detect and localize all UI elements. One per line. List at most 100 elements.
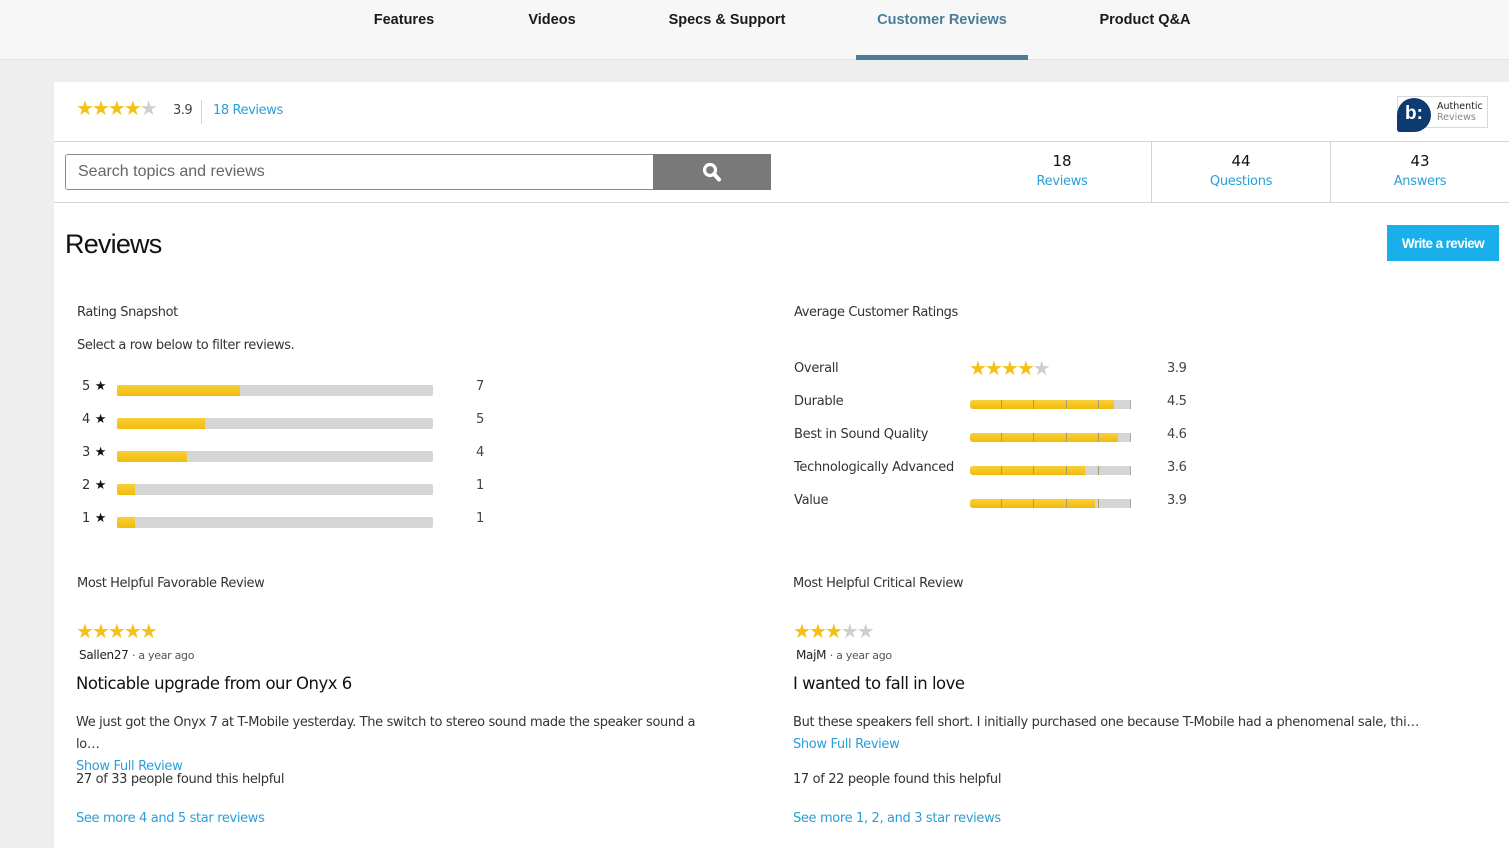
avg-label: Durable [794,394,844,409]
review-age: · a year ago [132,649,195,662]
avg-row-technologically-advanced: Technologically Advanced 3.6 [794,460,1194,482]
rating-segment-fill [1002,466,1034,475]
critical-section-label: Most Helpful Critical Review [793,576,964,591]
stat-number: 18 [1052,152,1072,170]
tab-label: Customer Reviews [877,12,1007,28]
tab-label: Product Q&A [1099,12,1191,28]
tab-customer-reviews[interactable]: Customer Reviews [856,0,1028,60]
snapshot-row-5-star[interactable]: 5 ★ 7 [76,379,496,401]
snapshot-bar-track [117,451,433,462]
avg-label: Overall [794,361,839,376]
bazaarvoice-logo-icon: b: [1397,98,1431,132]
top-nav: Features Videos Specs & Support Customer… [0,0,1509,60]
rating-segment [1002,499,1035,508]
rating-segment-fill [970,433,1002,442]
search-button[interactable] [653,154,771,190]
rating-segment [970,466,1003,475]
star-filled-icon: ★ [76,619,94,643]
snapshot-bar-fill [117,385,240,396]
star-empty-icon: ★ [856,619,875,643]
critical-helpful-count: 17 of 22 people found this helpful [793,772,1002,787]
reviews-count-link[interactable]: 18 Reviews [213,103,283,118]
rating-segment-fill [970,499,1002,508]
critical-review-author: MajM · a year ago [796,648,892,662]
avg-row-durable: Durable 4.5 [794,394,1194,416]
tab-videos[interactable]: Videos [512,0,592,60]
snapshot-count: 1 [476,511,485,526]
avg-row-value: Value 3.9 [794,493,1194,515]
author-name: Sallen27 [79,648,129,662]
rating-snapshot-title: Rating Snapshot [77,305,178,320]
star-filled-icon: ★ [107,96,126,120]
avg-rating-bar [970,400,1132,409]
rating-segment [970,400,1003,409]
star-icon: ★ [90,511,107,526]
snapshot-row-1-star[interactable]: 1 ★ 1 [76,511,496,533]
snapshot-bar-fill [117,484,135,495]
show-full-review-link[interactable]: Show Full Review [793,737,900,752]
star-icon: ★ [90,478,107,493]
divider [201,100,202,124]
tab-label: Specs & Support [668,12,786,28]
see-more-critical-link[interactable]: See more 1, 2, and 3 star reviews [793,811,1001,826]
rating-segment [1002,433,1035,442]
summary-score: 3.9 [173,103,193,118]
search-icon [702,162,721,182]
star-filled-icon: ★ [824,619,843,643]
avg-label: Best in Sound Quality [794,427,929,442]
tab-specs-support[interactable]: Specs & Support [657,0,797,60]
rating-summary: ★ ★ ★ ★ ★ 3.9 18 Reviews b: Authentic Review… [54,82,1509,142]
snapshot-row-3-star[interactable]: 3 ★ 4 [76,445,496,467]
star-empty-icon: ★ [1032,356,1051,380]
rating-segment-fill [1034,433,1066,442]
rating-segment-fill [1002,433,1034,442]
star-empty-icon: ★ [840,619,859,643]
rating-segment [1066,433,1099,442]
stat-answers[interactable]: 43 Answers [1330,142,1509,202]
critical-review-stars: ★ ★ ★ ★ ★ [793,619,875,643]
rating-segment [1002,466,1035,475]
tab-label: Videos [528,12,576,28]
star-icon: ★ [90,412,107,427]
snapshot-star-label: 1 ★ [82,511,106,526]
authentic-reviews-badge[interactable]: b: Authentic Reviews [1397,96,1488,132]
write-review-button[interactable]: Write a review [1387,225,1499,261]
critical-review-title: I wanted to fall in love [793,674,965,693]
snapshot-bar-track [117,385,433,396]
star-filled-icon: ★ [969,356,987,380]
rating-segment [1002,400,1035,409]
tab-features[interactable]: Features [364,0,444,60]
rating-segment-fill [1034,499,1066,508]
favorable-section-label: Most Helpful Favorable Review [77,576,265,591]
search-input[interactable] [65,154,654,190]
snapshot-count: 1 [476,478,485,493]
avg-row-best-in-sound-quality: Best in Sound Quality 4.6 [794,427,1194,449]
badge-line1: Authentic [1437,101,1483,112]
snapshot-row-2-star[interactable]: 2 ★ 1 [76,478,496,500]
snapshot-bar-track [117,418,433,429]
snapshot-bar-track [117,484,433,495]
star-filled-icon: ★ [1000,356,1019,380]
rating-segment [970,499,1003,508]
snapshot-row-4-star[interactable]: 4 ★ 5 [76,412,496,434]
avg-value: 3.9 [1167,361,1187,376]
rating-segment-fill [1098,433,1118,442]
rating-segment [1098,499,1132,508]
star-filled-icon: ★ [76,96,94,120]
star-filled-icon: ★ [91,96,110,120]
rating-segment [1098,433,1132,442]
avg-value: 3.6 [1167,460,1187,475]
favorable-review-title: Noticable upgrade from our Onyx 6 [76,674,352,693]
star-filled-icon: ★ [107,619,126,643]
rating-segment-fill [1098,400,1115,409]
stat-label: Questions [1209,174,1273,189]
summary-stars: ★ ★ ★ ★ ★ [76,96,158,120]
stat-questions[interactable]: 44 Questions [1151,142,1330,202]
rating-segment [970,433,1003,442]
star-filled-icon: ★ [1016,356,1035,380]
see-more-favorable-link[interactable]: See more 4 and 5 star reviews [76,811,265,826]
snapshot-bar-fill [117,517,135,528]
stat-reviews[interactable]: 18 Reviews [972,142,1152,202]
favorable-review-body: We just got the Onyx 7 at T-Mobile yeste… [76,712,716,778]
tab-product-qa[interactable]: Product Q&A [1085,0,1205,60]
